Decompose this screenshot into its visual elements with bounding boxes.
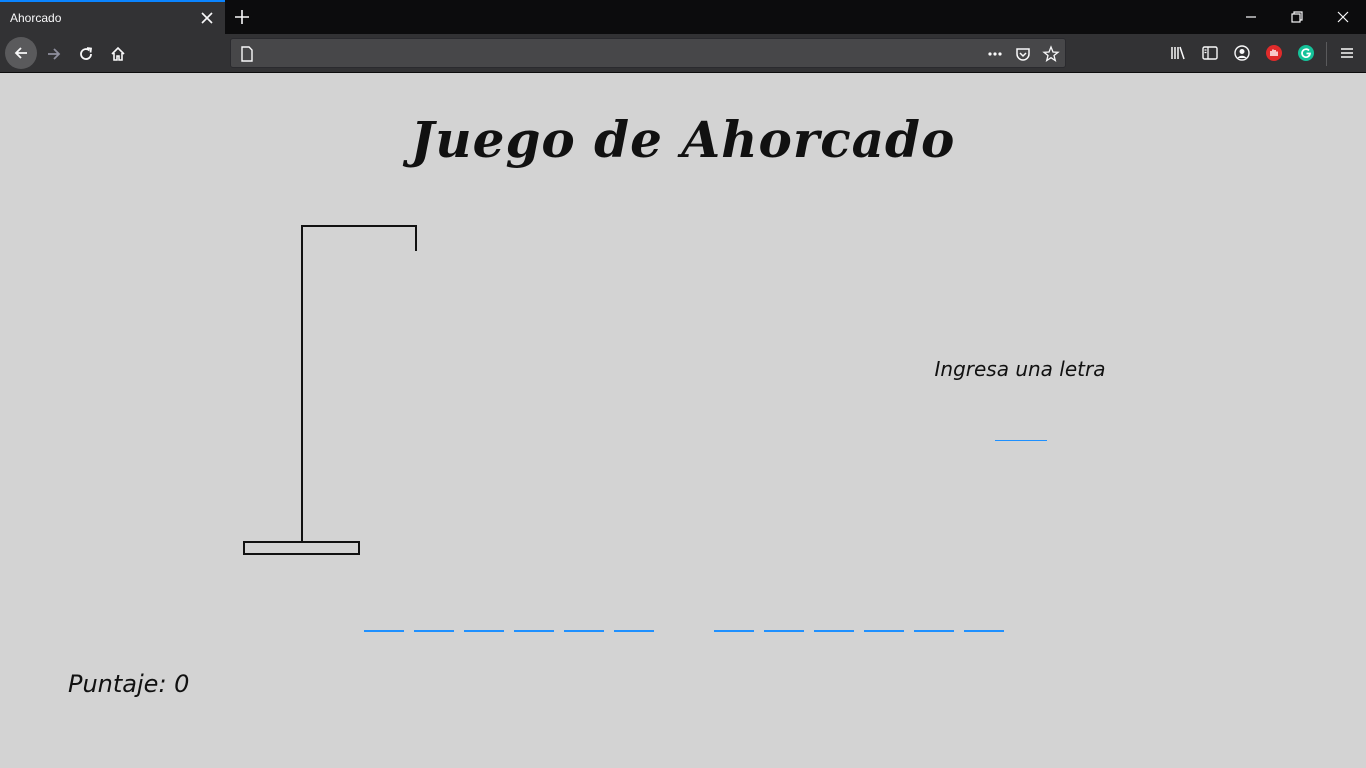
library-icon[interactable] <box>1169 44 1187 62</box>
letter-prompt: Ingresa una letra <box>934 357 1106 381</box>
letter-slot <box>914 614 954 632</box>
forward-button[interactable] <box>39 39 69 69</box>
letter-slot <box>864 614 904 632</box>
account-icon[interactable] <box>1233 44 1251 62</box>
page-icon <box>241 46 253 62</box>
letter-slot <box>414 614 454 632</box>
back-arrow-icon <box>14 47 27 59</box>
home-icon <box>111 46 125 61</box>
restore-icon[interactable] <box>1288 8 1306 26</box>
tab-ahorcado[interactable]: Ahorcado <box>0 0 225 34</box>
close-window-icon[interactable] <box>1334 8 1352 26</box>
reload-icon <box>80 47 93 60</box>
page-actions-icon[interactable] <box>986 45 1004 63</box>
letter-slot <box>564 614 604 632</box>
tab-bar: Ahorcado <box>0 0 1366 34</box>
page-title: Juego de Ahorcado <box>410 110 956 169</box>
letter-slot <box>464 614 504 632</box>
minimize-icon[interactable] <box>1242 8 1260 26</box>
letter-slot <box>714 614 754 632</box>
letter-input[interactable] <box>995 419 1047 441</box>
menu-icon[interactable] <box>1338 44 1356 62</box>
letter-slot <box>514 614 554 632</box>
new-tab-icon[interactable] <box>232 7 252 27</box>
navigation-toolbar <box>0 34 1366 73</box>
sidebar-icon[interactable] <box>1201 44 1219 62</box>
gallows-drawing <box>243 225 417 555</box>
adblock-icon[interactable] <box>1265 44 1283 62</box>
score-value: 0 <box>174 670 190 698</box>
toolbar-divider <box>1326 42 1327 66</box>
pocket-icon[interactable] <box>1014 45 1032 63</box>
back-button[interactable] <box>5 37 37 69</box>
letter-slot <box>964 614 1004 632</box>
tab-title: Ahorcado <box>10 11 62 25</box>
grammarly-icon[interactable] <box>1297 44 1315 62</box>
home-button[interactable] <box>103 39 133 69</box>
address-bar[interactable] <box>230 38 1066 68</box>
letter-slot <box>814 614 854 632</box>
reload-button[interactable] <box>71 39 101 69</box>
letter-slot <box>764 614 804 632</box>
close-tab-icon[interactable] <box>199 10 215 26</box>
score-label: Puntaje: <box>68 670 167 698</box>
letter-slot <box>364 614 404 632</box>
letter-slot <box>614 614 654 632</box>
forward-arrow-icon <box>48 48 61 60</box>
bookmark-star-icon[interactable] <box>1042 45 1060 63</box>
page-content: Juego de Ahorcado Ingresa una letra Punt… <box>0 74 1366 768</box>
score: Puntaje: 0 <box>68 670 189 698</box>
